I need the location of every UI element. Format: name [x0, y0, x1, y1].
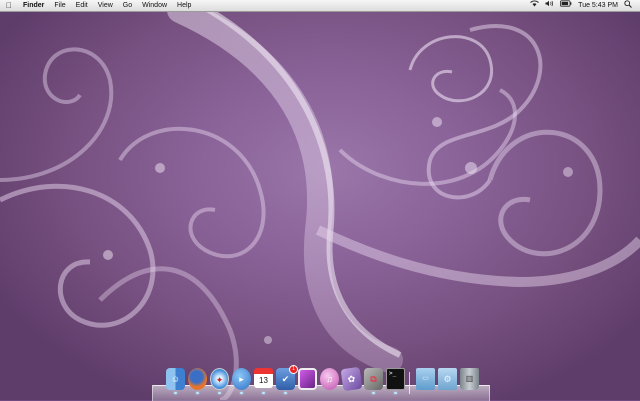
apple-menu-icon[interactable]:  — [0, 0, 18, 11]
running-indicator — [240, 392, 243, 394]
dock: ☺ ✦ ▸ 13 ✔ 1 ♫ ✿ ⧉ >_ ▭ ⚙ ▥ — [160, 365, 480, 396]
menu-help[interactable]: Help — [172, 0, 196, 11]
dock-system-folder[interactable]: ⚙ — [438, 368, 457, 390]
dock-terminal[interactable]: >_ — [386, 368, 405, 390]
menu-window[interactable]: Window — [137, 0, 172, 11]
menu-bar:  Finder File Edit View Go Window Help T… — [0, 0, 640, 12]
safari-compass-icon: ✦ — [215, 375, 224, 385]
menu-go[interactable]: Go — [118, 0, 137, 11]
finder-icon: ☺ — [170, 374, 181, 384]
dock-itunes[interactable]: ♫ — [320, 368, 339, 390]
running-indicator — [372, 392, 375, 394]
status-area: Tue 5:43 PM — [530, 0, 640, 12]
vmware-fusion-icon: ⧉ — [370, 374, 377, 384]
ichat-video-icon: ▸ — [239, 374, 244, 384]
running-indicator — [262, 392, 265, 394]
menu-clock[interactable]: Tue 5:43 PM — [578, 2, 618, 9]
running-indicator — [196, 392, 199, 394]
wifi-icon[interactable] — [530, 0, 539, 11]
dock-ichat[interactable]: ▸ — [232, 368, 251, 390]
terminal-icon: >_ — [389, 370, 397, 377]
dock-omnifocus[interactable]: ✔ 1 — [276, 365, 298, 390]
spotlight-search-icon[interactable] — [624, 0, 632, 12]
firefox-icon — [188, 368, 207, 390]
dock-finder[interactable]: ☺ — [166, 368, 185, 390]
dock-safari[interactable]: ✦ — [210, 368, 229, 390]
menu-app-finder[interactable]: Finder — [18, 0, 49, 11]
settings-folder-icon: ⚙ — [443, 374, 452, 384]
dock-vmware[interactable]: ⧉ — [364, 368, 383, 390]
running-indicator — [284, 392, 287, 394]
dock-photo-app[interactable] — [298, 368, 317, 390]
dock-trash[interactable]: ▥ — [460, 368, 479, 390]
wallpaper-swirls — [0, 0, 640, 400]
preview-photo-icon: ✿ — [347, 373, 356, 385]
notification-badge: 1 — [289, 365, 298, 374]
dock-separator — [409, 372, 410, 394]
photo-frame-icon — [300, 370, 315, 388]
menu-file[interactable]: File — [49, 0, 70, 11]
battery-icon[interactable] — [560, 0, 572, 11]
dock-ical[interactable]: 13 — [254, 368, 273, 390]
calendar-day: 13 — [254, 374, 273, 388]
running-indicator — [394, 392, 397, 394]
trash-icon: ▥ — [465, 374, 474, 383]
menu-edit[interactable]: Edit — [71, 0, 93, 11]
running-indicator — [218, 392, 221, 394]
dock-firefox[interactable] — [188, 368, 207, 390]
dock-preview[interactable]: ✿ — [340, 366, 363, 392]
dock-documents-folder[interactable]: ▭ — [416, 368, 435, 390]
desktop-wallpaper — [0, 0, 640, 400]
folder-icon: ▭ — [422, 375, 429, 382]
running-indicator — [174, 392, 177, 394]
itunes-note-icon: ♫ — [326, 374, 333, 384]
menu-view[interactable]: View — [93, 0, 118, 11]
volume-icon[interactable] — [545, 0, 554, 11]
